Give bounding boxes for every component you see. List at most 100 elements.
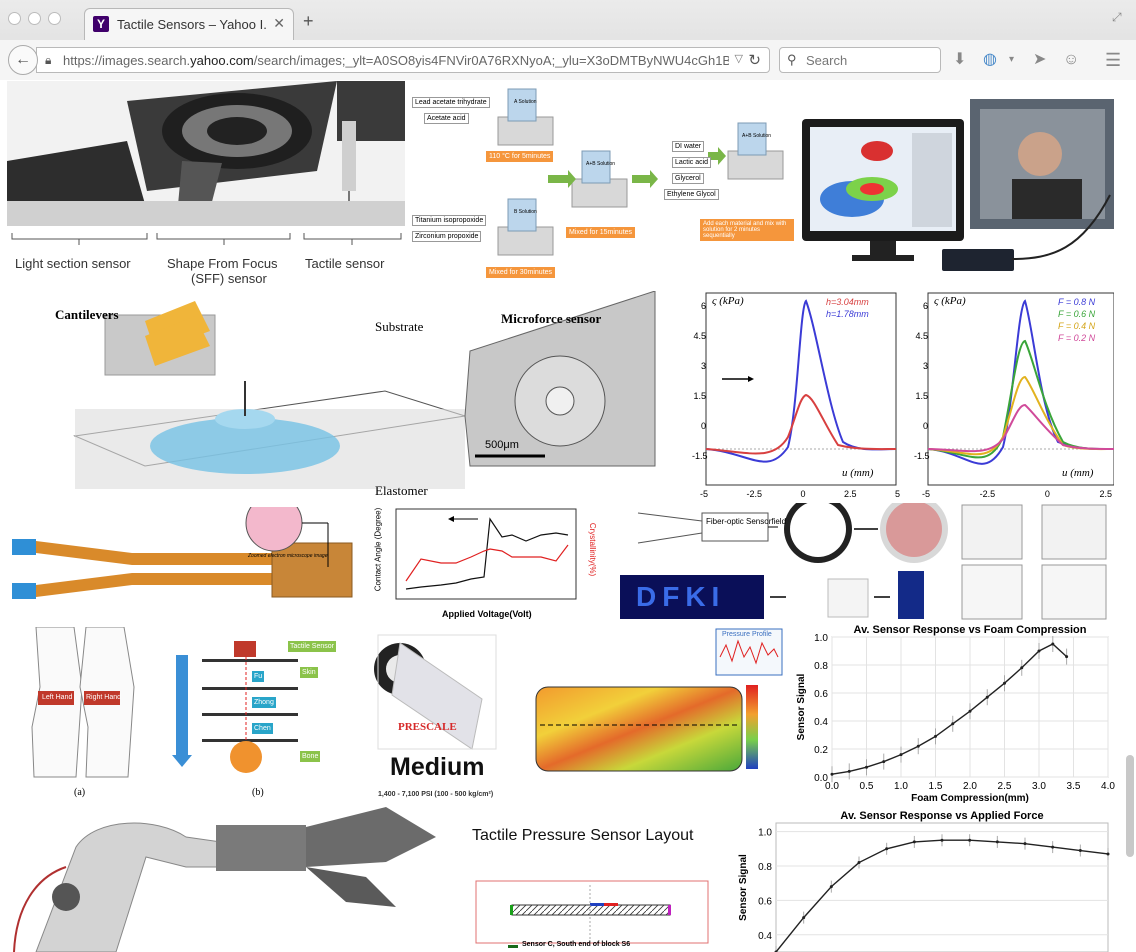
layout-diagram: [475, 880, 709, 948]
data-point: [1003, 681, 1006, 685]
xtick: -2.5: [979, 489, 996, 499]
y-tick-label: 0.8: [814, 661, 828, 672]
result-microscope-image[interactable]: Light section sensor Shape From Focus (S…: [7, 81, 405, 287]
label-skin: Skin: [300, 667, 318, 678]
step-add: Add each material and mix with solution …: [700, 219, 794, 241]
reload-icon[interactable]: ↻: [748, 51, 761, 69]
result-chemistry-flow-image[interactable]: Lead acetate trihydrate Acetate acid Tit…: [410, 87, 798, 285]
data-point: [1065, 655, 1069, 659]
new-tab-button[interactable]: +: [303, 12, 314, 30]
result-cantilever-image[interactable]: Cantilevers Substrate Microforce sensor …: [45, 291, 660, 499]
y-tick-label: 0.2: [814, 745, 828, 756]
page-scrollbar[interactable]: [1126, 755, 1134, 857]
label-microforce: Microforce sensor: [501, 311, 602, 326]
close-window-button[interactable]: [8, 12, 21, 25]
pressure-diagram: [172, 641, 298, 773]
data-point: [847, 769, 851, 773]
y-tick-label: 1.0: [814, 633, 828, 644]
xtick: 0: [800, 489, 806, 499]
result-hands-image[interactable]: Left Hand Right Hand (a): [6, 627, 156, 803]
label-left-hand: Left Hand: [42, 694, 73, 701]
profile-title: Pressure Profile: [722, 631, 772, 638]
result-seat-monitor-image[interactable]: [802, 99, 1114, 283]
search-box[interactable]: ⚲ Search: [779, 47, 941, 73]
result-flex-sensor-image[interactable]: Zoomed electron microscope image: [12, 507, 356, 619]
result-robot-arm-image[interactable]: [6, 807, 442, 952]
y-axis-label: Sensor Signal: [738, 854, 749, 921]
data-point: [916, 744, 920, 748]
ytick: 4.5: [915, 331, 928, 341]
label-sff-1: Shape From Focus: [167, 256, 278, 271]
x-tick-label: 3.0: [1032, 781, 1046, 792]
xtick: 2.5: [1099, 489, 1112, 499]
input-acetate-acid: Acetate acid: [424, 113, 469, 124]
right-xticks: -5 -2.5 0 2.5: [922, 489, 1112, 499]
close-tab-icon[interactable]: ✕: [273, 15, 285, 32]
label-scale: 500μm: [485, 439, 519, 451]
left-ylabel: ς (kPa): [712, 295, 744, 307]
data-point: [1078, 849, 1082, 853]
left-xticks: -5 -2.5 0 2.5 5: [700, 489, 900, 499]
result-pressure-diagram-image[interactable]: Tactile Sensor Skin Fu Zhong Chen Bone (…: [172, 639, 346, 803]
chart-title: Av. Sensor Response vs Applied Force: [840, 810, 1043, 822]
left-yticks: 6 4.5 3 1.5 0 -1.5: [692, 291, 708, 491]
right-yticks: 6 4.5 3 1.5 0 -1.5: [914, 291, 930, 491]
data-point: [865, 765, 868, 769]
label-sff-2: (SFF) sensor: [191, 271, 267, 286]
result-fiber-optic-image[interactable]: Fiber-optic Sensorfield DFKI: [618, 503, 1114, 623]
url-domain: yahoo.com: [190, 53, 254, 68]
zoom-window-button[interactable]: [48, 12, 61, 25]
back-button[interactable]: ←: [8, 45, 38, 75]
x-tick-label: 4.0: [1101, 781, 1115, 792]
stress-plots-chart: [705, 292, 1114, 486]
ytick: 3: [700, 361, 706, 371]
y-tick-label: 0.4: [758, 931, 772, 942]
input-di-water: DI water: [672, 141, 705, 152]
result-stress-plots-image[interactable]: ς (kPa) ς (kPa) u (mm) u (mm) h=3.04mm h…: [678, 287, 1114, 501]
chat-icon[interactable]: ☺: [1063, 51, 1079, 69]
data-point: [968, 838, 972, 842]
ylabel-crystallinity: Crystallinity(%): [588, 522, 598, 577]
label-light-section: Light section sensor: [15, 256, 131, 271]
browser-chrome: Y Tactile Sensors – Yahoo I... ✕ + ⤢ 🔒︎ …: [0, 0, 1136, 80]
lock-icon: 🔒︎: [45, 53, 52, 67]
result-sensor-layout-image[interactable]: Tactile Pressure Sensor Layout Sensor C,…: [460, 821, 730, 952]
url-dropdown-icon[interactable]: ▽: [735, 52, 743, 65]
globe-icon[interactable]: ◍: [983, 51, 997, 69]
tab-active[interactable]: Y Tactile Sensors – Yahoo I... ✕: [84, 8, 294, 40]
ytick: -1.5: [914, 451, 930, 461]
x-tick-label: 1.0: [894, 781, 908, 792]
robot-arm-illustration: [13, 807, 436, 952]
url-bar[interactable]: 🔒︎ https://images.search.yahoo.com/searc…: [36, 47, 770, 73]
left-xlabel: u (mm): [842, 467, 874, 479]
send-icon[interactable]: ➤: [1033, 51, 1046, 69]
minimize-window-button[interactable]: [28, 12, 41, 25]
x-tick-label: 2.0: [963, 781, 977, 792]
navigation-bar: 🔒︎ https://images.search.yahoo.com/searc…: [0, 40, 1136, 80]
ytick: 1.5: [693, 391, 706, 401]
fullscreen-icon[interactable]: ⤢: [1112, 10, 1126, 24]
result-heatmap-image[interactable]: Pressure Profile: [534, 627, 786, 777]
data-point: [934, 734, 937, 738]
input-zirconium: Zirconium propoxide: [412, 231, 482, 242]
contact-angle-chart: [395, 508, 577, 600]
result-contact-angle-image[interactable]: Contact Angle (Degree) Crystallinity(%) …: [366, 505, 604, 623]
result-force-chart-image[interactable]: Av. Sensor Response vs Applied Force 1.0 0…: [736, 807, 1116, 952]
result-foam-chart-image[interactable]: Av. Sensor Response vs Foam Compression 0…: [792, 621, 1116, 807]
label-zhong: Zhong: [252, 697, 276, 708]
beaker-a-label: A Solution: [514, 99, 537, 105]
chevron-down-icon[interactable]: ▾: [1009, 51, 1014, 69]
tab-bar: Y Tactile Sensors – Yahoo I... ✕ + ⤢: [0, 0, 1136, 40]
menu-icon[interactable]: ☰: [1105, 51, 1121, 69]
label-fiberfield: Fiber-optic Sensorfield: [706, 517, 787, 526]
ytick: 3: [922, 361, 928, 371]
step-mix-30: Mixed for 30minutes: [486, 267, 556, 278]
ytick: 0: [922, 421, 928, 431]
y-tick-label: 0.8: [758, 862, 772, 873]
xtick: -2.5: [746, 489, 762, 499]
y-tick-label: 0.6: [758, 896, 772, 907]
url-text[interactable]: https://images.search.yahoo.com/search/i…: [63, 53, 729, 68]
xtick: -5: [700, 489, 709, 499]
result-prescale-image[interactable]: PRESCALE Medium 1,400 - 7,100 PSI (100 -…: [372, 629, 508, 803]
download-icon[interactable]: ⬇: [953, 51, 966, 69]
